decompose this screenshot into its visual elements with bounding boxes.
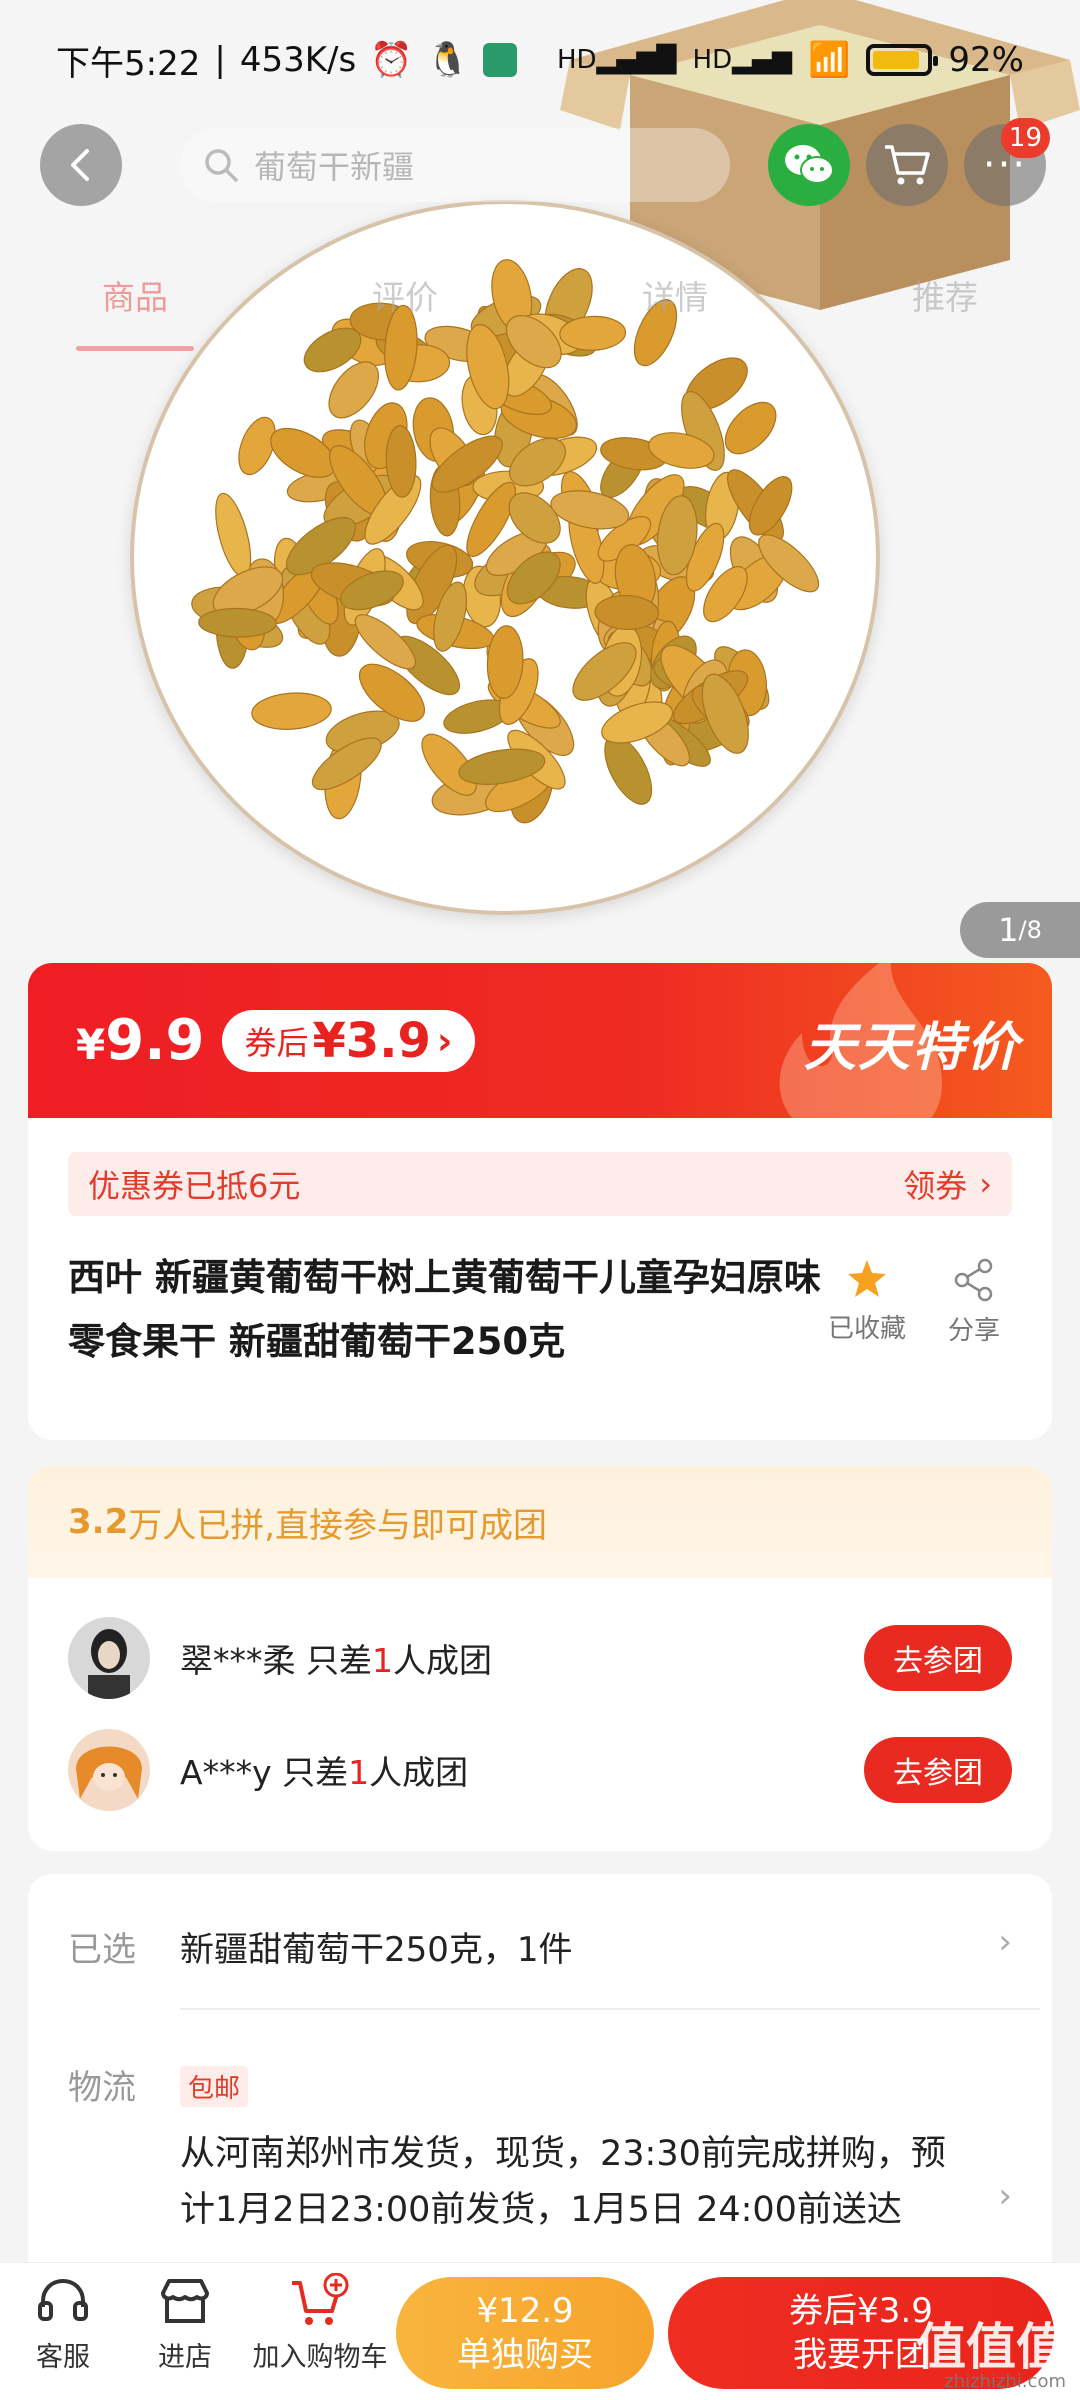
status-bar: 下午5:22 | 453K/s ⏰ 🐧 HD▂▄▆█ HD▂▄▆ 📶 92%	[0, 0, 1080, 120]
app-icon	[482, 43, 517, 77]
image-pager: 1 /8	[960, 902, 1080, 958]
share-icon	[954, 1258, 993, 1302]
tab-product[interactable]: 商品	[76, 271, 194, 351]
alarm-icon: ⏰	[370, 40, 413, 80]
chevron-right-icon: ›	[998, 1922, 1012, 1962]
favorite-label: 已收藏	[828, 1314, 907, 1344]
battery-icon	[866, 44, 939, 76]
selected-label: 已选	[68, 1930, 136, 1970]
more-dots-icon: ···	[982, 142, 1028, 188]
group-row: A***y 只差1人成团 去参团	[68, 1728, 1012, 1812]
coupon-price-value: ¥3.9	[312, 1012, 431, 1069]
divider	[180, 2008, 1040, 2010]
customer-service-button[interactable]: 客服	[22, 2273, 104, 2374]
notification-badge: 19	[1000, 118, 1050, 158]
avatar	[68, 1729, 150, 1811]
star-icon	[848, 1260, 886, 1297]
top-nav: 葡萄干新疆 ··· 19	[0, 118, 1080, 250]
selected-value: 新疆甜葡萄干250克，1件	[180, 1930, 573, 1970]
product-info-card: 优惠券已抵6元 领券 › 西叶 新疆黄葡萄干树上黄葡萄干儿童孕妇原味零食果干 新…	[28, 1118, 1052, 1440]
visit-shop-button[interactable]: 进店	[144, 2273, 226, 2374]
options-card: 已选 新疆甜葡萄干250克，1件 › 物流 包邮 从河南郑州市发货，现货，23:…	[28, 1874, 1052, 2274]
group-buy-card: 3.2 万人已拼,直接参与即可成团 翠***柔 只差1人成团 去参团 A***y …	[28, 1466, 1052, 1851]
shipping-row[interactable]: 物流 包邮 从河南郑州市发货，现货，23:30前完成拼购，预计1月2日23:00…	[68, 2060, 1012, 2260]
bottom-action-bar: 客服 进店 加入购物车 ¥12.9 单独购买 券后¥3.9 我要开团 值值值 z…	[0, 2262, 1080, 2400]
wechat-icon	[785, 145, 834, 184]
search-icon	[205, 149, 238, 182]
pager-total: /8	[1018, 916, 1042, 944]
group-headline: 3.2 万人已拼,直接参与即可成团	[28, 1466, 1052, 1578]
buy-alone-price: ¥12.9	[476, 2291, 574, 2331]
shipping-label: 物流	[68, 2068, 136, 2108]
coupon-price-label: 券后	[244, 1023, 309, 1062]
wechat-share-button[interactable]	[768, 124, 850, 206]
cart-icon	[885, 145, 930, 185]
battery-percent: 92%	[948, 40, 1024, 80]
price-banner: ¥9.9 券后 ¥3.9 › 天天特价	[28, 963, 1052, 1118]
share-label: 分享	[948, 1316, 1001, 1346]
avatar	[68, 1617, 150, 1699]
group-row-text: A***y 只差1人成团	[180, 1753, 469, 1792]
search-placeholder: 葡萄干新疆	[254, 148, 415, 186]
watermark: 值值值 zhizhizhi.com	[916, 2318, 1066, 2392]
signal-icon-2: HD▂▄▆	[692, 45, 793, 75]
status-time: 下午5:22	[56, 43, 201, 84]
group-headline-text: 万人已拼,直接参与即可成团	[128, 1505, 548, 1546]
visit-shop-label: 进店	[158, 2342, 212, 2373]
group-row-text: 翠***柔 只差1人成团	[180, 1641, 492, 1680]
shipping-text: 从河南郑州市发货，现货，23:30前完成拼购，预计1月2日23:00前发货，1月…	[180, 2134, 946, 2230]
join-group-button[interactable]: 去参团	[864, 1625, 1012, 1691]
start-group-label: 我要开团	[793, 2335, 929, 2375]
chevron-right-icon: ›	[979, 1165, 992, 1203]
start-group-price: 券后¥3.9	[789, 2291, 933, 2331]
qq-icon: 🐧	[426, 40, 469, 80]
status-sep: |	[214, 40, 226, 80]
chevron-right-icon: ›	[436, 1018, 453, 1063]
buy-alone-label: 单独购买	[457, 2335, 593, 2375]
coupon-price-pill[interactable]: 券后 ¥3.9 ›	[222, 1009, 475, 1072]
favorite-button[interactable]: 已收藏	[828, 1258, 906, 1345]
tab-reviews[interactable]: 评价	[358, 271, 452, 319]
buy-alone-button[interactable]: ¥12.9 单独购买	[396, 2277, 654, 2389]
cart-button[interactable]	[866, 124, 948, 206]
add-to-cart-label: 加入购物车	[252, 2342, 388, 2373]
group-row: 翠***柔 只差1人成团 去参团	[68, 1616, 1012, 1700]
pager-current: 1	[998, 911, 1019, 949]
section-tabs: 商品 评价 详情 推荐	[0, 250, 1080, 351]
chevron-right-icon: ›	[998, 2176, 1012, 2216]
signal-icon: HD▂▄▆█	[556, 45, 677, 75]
more-button[interactable]: ··· 19	[964, 118, 1050, 206]
status-speed: 453K/s	[239, 40, 357, 80]
store-icon	[161, 2279, 209, 2323]
coupon-row[interactable]: 优惠券已抵6元 领券 ›	[68, 1152, 1012, 1216]
add-to-cart-button[interactable]: 加入购物车	[240, 2273, 400, 2374]
headset-icon	[38, 2278, 88, 2321]
group-count: 3.2	[68, 1502, 129, 1542]
search-input[interactable]: 葡萄干新疆	[180, 128, 730, 202]
add-cart-icon	[292, 2273, 349, 2325]
join-group-button[interactable]: 去参团	[864, 1737, 1012, 1803]
chevron-left-icon	[71, 149, 89, 181]
tab-details[interactable]: 详情	[628, 271, 722, 319]
get-coupon-link: 领券	[903, 1167, 968, 1205]
tiantian-tejia-logo: 天天特价	[803, 1018, 1020, 1078]
share-button[interactable]: 分享	[948, 1258, 1000, 1347]
selected-spec-row[interactable]: 已选 新疆甜葡萄干250克，1件 ›	[68, 1922, 1012, 1982]
coupon-note: 优惠券已抵6元	[88, 1167, 301, 1205]
product-title: 西叶 新疆黄葡萄干树上黄葡萄干儿童孕妇原味零食果干 新疆甜葡萄干250克	[68, 1256, 821, 1363]
back-button[interactable]	[40, 124, 122, 206]
tab-recommend[interactable]: 推荐	[898, 271, 992, 319]
price-current: ¥9.9	[76, 1008, 205, 1073]
wifi-icon: 📶	[808, 40, 851, 80]
free-shipping-tag: 包邮	[180, 2066, 249, 2107]
customer-service-label: 客服	[36, 2342, 90, 2373]
